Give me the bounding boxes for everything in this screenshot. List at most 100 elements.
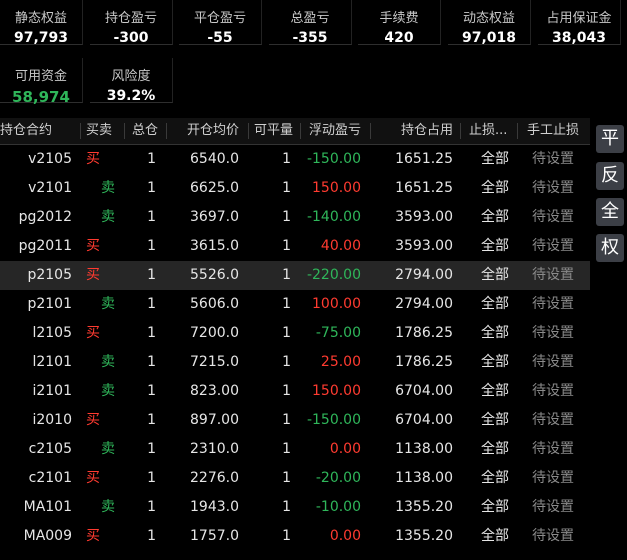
cell-float-pnl: 0.00 bbox=[329, 441, 361, 457]
table-row[interactable]: v2101 卖 1 6625.0 1 150.00 1651.25 全部 待设置 bbox=[0, 174, 590, 203]
table-row[interactable]: l2105 买 1 7200.0 1 -75.00 1786.25 全部 待设置 bbox=[0, 319, 590, 348]
cell-closable: 1 bbox=[282, 325, 291, 341]
column-header-stop-loss[interactable]: 止损... bbox=[469, 118, 509, 144]
table-row[interactable]: c2105 卖 1 2310.0 1 0.00 1138.00 全部 待设置 bbox=[0, 435, 590, 464]
cell-stop-loss[interactable]: 全部 bbox=[475, 435, 515, 464]
rights-button[interactable]: 权 bbox=[596, 234, 624, 262]
cell-manual-stop[interactable]: 待设置 bbox=[523, 377, 583, 406]
column-divider bbox=[124, 123, 125, 139]
stat-label: 动态权益 bbox=[462, 11, 515, 26]
stat-value: 97,793 bbox=[13, 30, 69, 46]
cell-stop-loss[interactable]: 全部 bbox=[475, 232, 515, 261]
stat-total-pnl: 总盈亏 -355 bbox=[269, 0, 352, 46]
table-row[interactable]: pg2012 卖 1 3697.0 1 -140.00 3593.00 全部 待设置 bbox=[0, 203, 590, 232]
cell-total: 1 bbox=[147, 296, 156, 312]
table-row[interactable]: p2105 买 1 5526.0 1 -220.00 2794.00 全部 待设置 bbox=[0, 261, 590, 290]
table-row[interactable]: MA009 买 1 1757.0 1 0.00 1355.20 全部 待设置 bbox=[0, 522, 590, 551]
table-header: 持仓合约 买卖 总仓 开仓均价 可平量 浮动盈亏 持仓占用 止损... 手工止损 bbox=[0, 118, 590, 145]
cell-symbol: v2101 bbox=[28, 180, 72, 196]
close-position-button[interactable]: 平 bbox=[596, 125, 624, 153]
table-row[interactable]: l2101 卖 1 7215.0 1 25.00 1786.25 全部 待设置 bbox=[0, 348, 590, 377]
cell-direction: 买 bbox=[86, 325, 100, 341]
cell-stop-loss[interactable]: 全部 bbox=[475, 522, 515, 551]
column-header-closable[interactable]: 可平量 bbox=[254, 118, 298, 144]
column-header-direction[interactable]: 买卖 bbox=[86, 118, 116, 144]
cell-avg-price: 2310.0 bbox=[190, 441, 239, 457]
stat-risk-ratio: 风险度 39.2% bbox=[90, 58, 173, 104]
reverse-position-button[interactable]: 反 bbox=[596, 162, 624, 190]
cell-manual-stop[interactable]: 待设置 bbox=[523, 290, 583, 319]
cell-float-pnl: 25.00 bbox=[320, 354, 361, 370]
cell-stop-loss[interactable]: 全部 bbox=[475, 261, 515, 290]
cell-stop-loss[interactable]: 全部 bbox=[475, 319, 515, 348]
column-header-manual-stop[interactable]: 手工止损 bbox=[527, 118, 583, 144]
cell-total: 1 bbox=[147, 441, 156, 457]
cell-manual-stop[interactable]: 待设置 bbox=[523, 493, 583, 522]
cell-manual-stop[interactable]: 待设置 bbox=[523, 261, 583, 290]
cell-manual-stop[interactable]: 待设置 bbox=[523, 522, 583, 551]
table-row[interactable]: p2101 卖 1 5606.0 1 100.00 2794.00 全部 待设置 bbox=[0, 290, 590, 319]
cell-direction: 卖 bbox=[101, 383, 115, 399]
stat-label: 可用资金 bbox=[14, 69, 67, 84]
table-row[interactable]: v2105 买 1 6540.0 1 -150.00 1651.25 全部 待设置 bbox=[0, 145, 590, 174]
cell-manual-stop[interactable]: 待设置 bbox=[523, 174, 583, 203]
cell-margin: 1651.25 bbox=[395, 180, 453, 196]
cell-stop-loss[interactable]: 全部 bbox=[475, 174, 515, 203]
table-row[interactable]: i2101 卖 1 823.00 1 150.00 6704.00 全部 待设置 bbox=[0, 377, 590, 406]
cell-stop-loss[interactable]: 全部 bbox=[475, 203, 515, 232]
column-divider bbox=[460, 123, 461, 139]
cell-direction: 买 bbox=[86, 470, 100, 486]
cell-closable: 1 bbox=[282, 470, 291, 486]
cell-manual-stop[interactable]: 待设置 bbox=[523, 464, 583, 493]
stat-label: 平仓盈亏 bbox=[193, 11, 246, 26]
stat-value: 420 bbox=[384, 30, 414, 46]
stat-value: 39.2% bbox=[106, 88, 156, 104]
stat-available-funds: 可用资金 58,974 bbox=[0, 58, 83, 106]
cell-total: 1 bbox=[147, 325, 156, 341]
column-divider bbox=[166, 123, 167, 139]
table-row[interactable]: MA101 卖 1 1943.0 1 -10.00 1355.20 全部 待设置 bbox=[0, 493, 590, 522]
cell-stop-loss[interactable]: 全部 bbox=[475, 145, 515, 174]
cell-direction: 买 bbox=[86, 412, 100, 428]
cell-stop-loss[interactable]: 全部 bbox=[475, 348, 515, 377]
cell-margin: 1138.00 bbox=[395, 441, 453, 457]
cell-total: 1 bbox=[147, 470, 156, 486]
column-header-float-pnl[interactable]: 浮动盈亏 bbox=[309, 118, 369, 144]
cell-manual-stop[interactable]: 待设置 bbox=[523, 203, 583, 232]
column-divider bbox=[370, 123, 371, 139]
cell-stop-loss[interactable]: 全部 bbox=[475, 464, 515, 493]
column-header-margin[interactable]: 持仓占用 bbox=[401, 118, 457, 144]
cell-stop-loss[interactable]: 全部 bbox=[475, 290, 515, 319]
cell-margin: 2794.00 bbox=[395, 296, 453, 312]
cell-avg-price: 7215.0 bbox=[190, 354, 239, 370]
stat-value: -355 bbox=[292, 30, 328, 46]
cell-stop-loss[interactable]: 全部 bbox=[475, 406, 515, 435]
cell-float-pnl: -220.00 bbox=[306, 267, 361, 283]
close-all-button[interactable]: 全 bbox=[596, 198, 624, 226]
column-header-symbol[interactable]: 持仓合约 bbox=[0, 118, 56, 144]
stat-commission: 手续费 420 bbox=[358, 0, 441, 46]
cell-manual-stop[interactable]: 待设置 bbox=[523, 145, 583, 174]
cell-total: 1 bbox=[147, 151, 156, 167]
table-row[interactable]: pg2011 买 1 3615.0 1 40.00 3593.00 全部 待设置 bbox=[0, 232, 590, 261]
table-body: v2105 买 1 6540.0 1 -150.00 1651.25 全部 待设置 v2101 卖 1… bbox=[0, 145, 590, 551]
cell-manual-stop[interactable]: 待设置 bbox=[523, 406, 583, 435]
cell-total: 1 bbox=[147, 528, 156, 544]
cell-manual-stop[interactable]: 待设置 bbox=[523, 435, 583, 464]
cell-stop-loss[interactable]: 全部 bbox=[475, 493, 515, 522]
cell-closable: 1 bbox=[282, 296, 291, 312]
cell-margin: 2794.00 bbox=[395, 267, 453, 283]
stat-label: 持仓盈亏 bbox=[104, 11, 157, 26]
cell-closable: 1 bbox=[282, 354, 291, 370]
cell-direction: 卖 bbox=[101, 209, 115, 225]
column-header-total[interactable]: 总仓 bbox=[132, 118, 162, 144]
table-row[interactable]: c2101 买 1 2276.0 1 -20.00 1138.00 全部 待设置 bbox=[0, 464, 590, 493]
cell-manual-stop[interactable]: 待设置 bbox=[523, 232, 583, 261]
stat-label: 风险度 bbox=[111, 69, 151, 84]
stat-label: 占用保证金 bbox=[546, 11, 612, 26]
cell-manual-stop[interactable]: 待设置 bbox=[523, 348, 583, 377]
table-row[interactable]: i2010 买 1 897.00 1 -150.00 6704.00 全部 待设置 bbox=[0, 406, 590, 435]
column-header-avg-price[interactable]: 开仓均价 bbox=[187, 118, 243, 144]
cell-stop-loss[interactable]: 全部 bbox=[475, 377, 515, 406]
cell-manual-stop[interactable]: 待设置 bbox=[523, 319, 583, 348]
